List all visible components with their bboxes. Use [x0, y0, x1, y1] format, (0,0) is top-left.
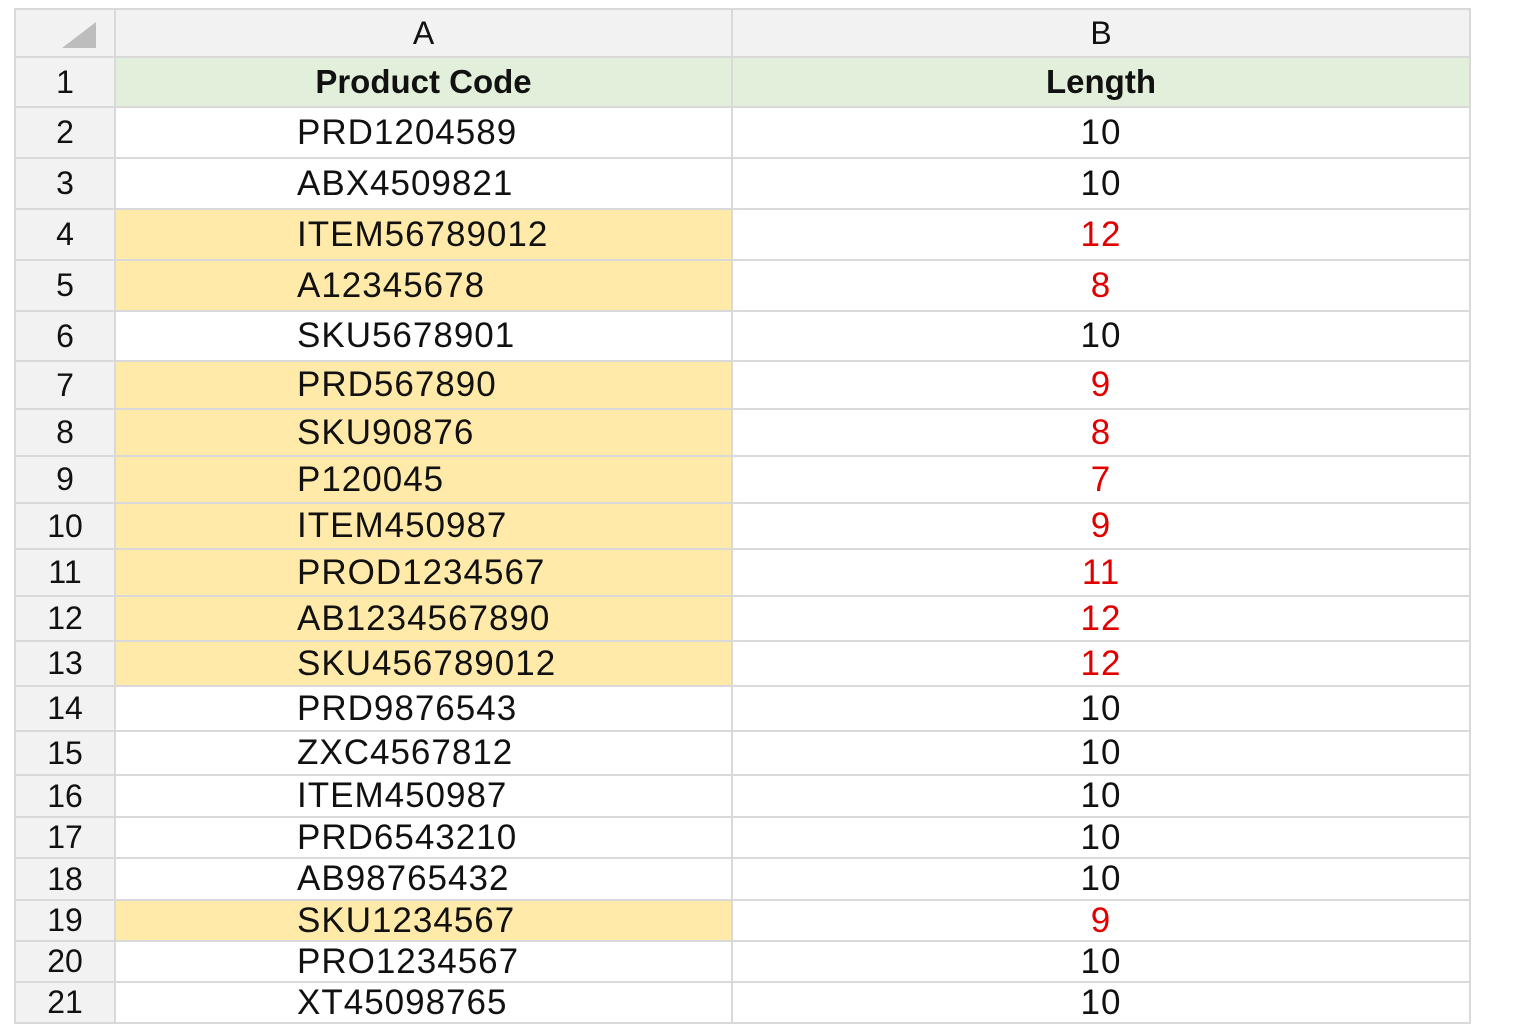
- row-header-15[interactable]: 15: [14, 732, 116, 776]
- product-code-cell[interactable]: PRD567890: [116, 362, 733, 410]
- row-header-17[interactable]: 17: [14, 818, 116, 859]
- product-code-cell[interactable]: ITEM450987: [116, 504, 733, 550]
- product-code-cell[interactable]: PRD1204589: [116, 108, 733, 159]
- row-header-5[interactable]: 5: [14, 261, 116, 312]
- row-header-13[interactable]: 13: [14, 642, 116, 687]
- spreadsheet-grid: A B 1 Product Code Length 2 PRD1204589 10 3…: [14, 8, 1471, 1024]
- row-header-10[interactable]: 10: [14, 504, 116, 550]
- length-cell[interactable]: 12: [733, 642, 1471, 687]
- product-code-cell[interactable]: XT45098765: [116, 983, 733, 1024]
- select-all-corner[interactable]: [14, 8, 116, 58]
- length-cell[interactable]: 10: [733, 687, 1471, 732]
- product-code-cell[interactable]: ABX4509821: [116, 159, 733, 210]
- row-header-1[interactable]: 1: [14, 58, 116, 108]
- length-cell[interactable]: 9: [733, 362, 1471, 410]
- product-code-cell[interactable]: ITEM56789012: [116, 210, 733, 261]
- product-code-cell[interactable]: A12345678: [116, 261, 733, 312]
- length-cell[interactable]: 12: [733, 210, 1471, 261]
- length-cell[interactable]: 10: [733, 818, 1471, 859]
- product-code-cell[interactable]: SKU90876: [116, 410, 733, 457]
- product-code-cell[interactable]: PROD1234567: [116, 550, 733, 597]
- row-header-8[interactable]: 8: [14, 410, 116, 457]
- row-header-14[interactable]: 14: [14, 687, 116, 732]
- length-cell[interactable]: 10: [733, 732, 1471, 776]
- product-code-cell[interactable]: PRD9876543: [116, 687, 733, 732]
- product-code-cell[interactable]: ITEM450987: [116, 776, 733, 818]
- length-cell[interactable]: 7: [733, 457, 1471, 504]
- row-header-19[interactable]: 19: [14, 901, 116, 942]
- product-code-cell[interactable]: SKU5678901: [116, 312, 733, 362]
- product-code-cell[interactable]: ZXC4567812: [116, 732, 733, 776]
- row-header-21[interactable]: 21: [14, 983, 116, 1024]
- product-code-cell[interactable]: PRD6543210: [116, 818, 733, 859]
- row-header-2[interactable]: 2: [14, 108, 116, 159]
- length-cell[interactable]: 10: [733, 159, 1471, 210]
- row-header-9[interactable]: 9: [14, 457, 116, 504]
- column-header-a[interactable]: A: [116, 8, 733, 58]
- row-header-12[interactable]: 12: [14, 597, 116, 642]
- product-code-cell[interactable]: P120045: [116, 457, 733, 504]
- header-cell-product-code[interactable]: Product Code: [116, 58, 733, 108]
- length-cell[interactable]: 9: [733, 901, 1471, 942]
- length-cell[interactable]: 10: [733, 108, 1471, 159]
- product-code-cell[interactable]: AB98765432: [116, 859, 733, 901]
- length-cell[interactable]: 11: [733, 550, 1471, 597]
- length-cell[interactable]: 10: [733, 312, 1471, 362]
- header-cell-length[interactable]: Length: [733, 58, 1471, 108]
- length-cell[interactable]: 8: [733, 261, 1471, 312]
- length-cell[interactable]: 10: [733, 983, 1471, 1024]
- row-header-6[interactable]: 6: [14, 312, 116, 362]
- length-cell[interactable]: 12: [733, 597, 1471, 642]
- row-header-16[interactable]: 16: [14, 776, 116, 818]
- column-header-b[interactable]: B: [733, 8, 1471, 58]
- select-all-triangle-icon: [62, 22, 96, 48]
- length-cell[interactable]: 10: [733, 776, 1471, 818]
- product-code-cell[interactable]: SKU1234567: [116, 901, 733, 942]
- row-header-7[interactable]: 7: [14, 362, 116, 410]
- length-cell[interactable]: 9: [733, 504, 1471, 550]
- product-code-cell[interactable]: SKU456789012: [116, 642, 733, 687]
- row-header-4[interactable]: 4: [14, 210, 116, 261]
- product-code-cell[interactable]: PRO1234567: [116, 942, 733, 983]
- row-header-18[interactable]: 18: [14, 859, 116, 901]
- length-cell[interactable]: 10: [733, 942, 1471, 983]
- row-header-11[interactable]: 11: [14, 550, 116, 597]
- row-header-20[interactable]: 20: [14, 942, 116, 983]
- row-header-3[interactable]: 3: [14, 159, 116, 210]
- length-cell[interactable]: 10: [733, 859, 1471, 901]
- product-code-cell[interactable]: AB1234567890: [116, 597, 733, 642]
- length-cell[interactable]: 8: [733, 410, 1471, 457]
